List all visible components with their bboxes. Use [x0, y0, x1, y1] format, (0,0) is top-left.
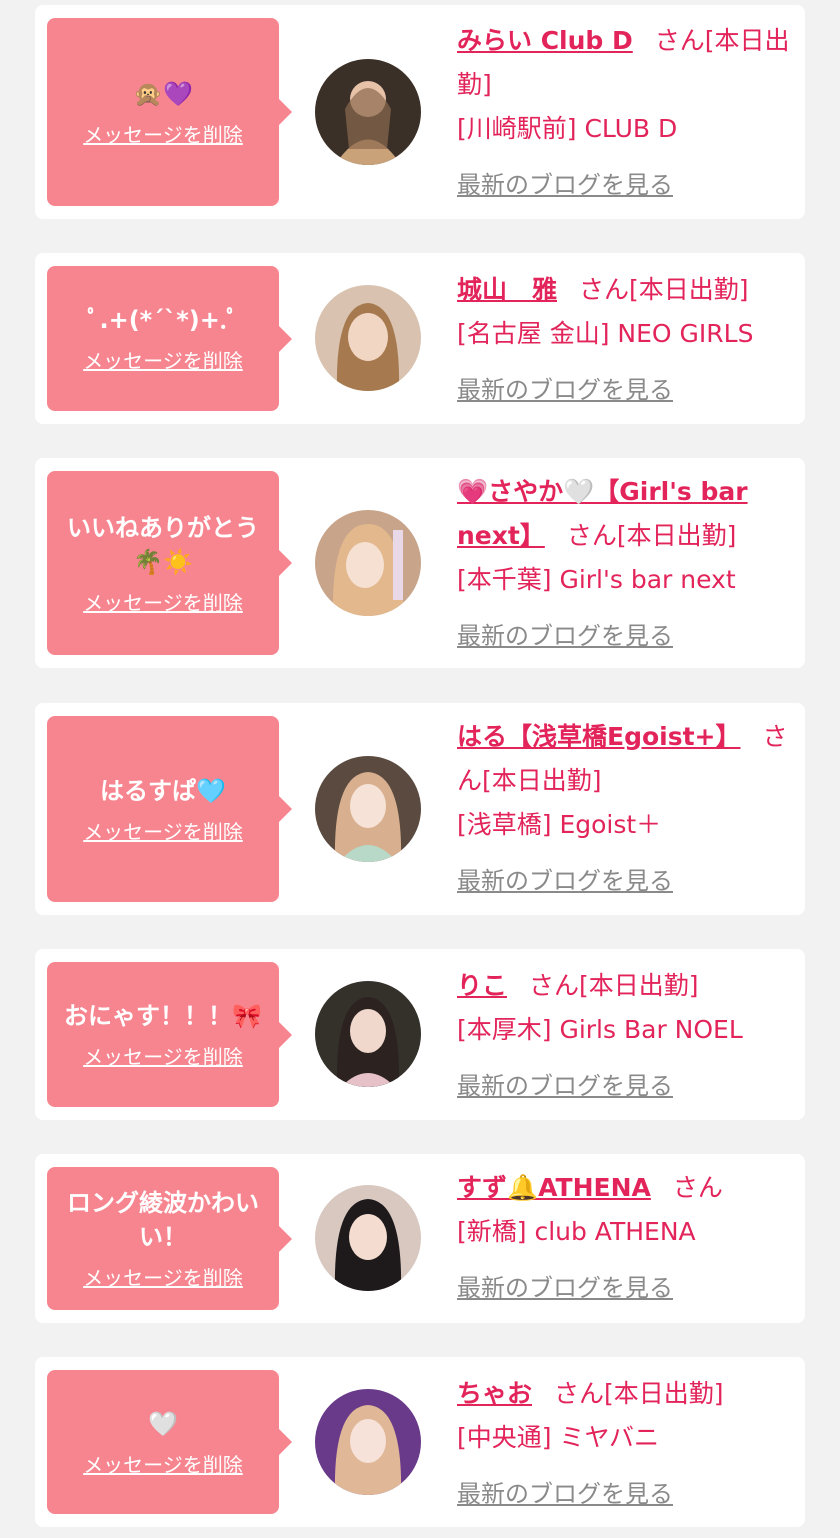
honorific: さん — [672, 1173, 723, 1202]
delete-message-link[interactable]: メッセージを削除 — [83, 119, 243, 148]
message-bubble: ロング綾波かわいい！ メッセージを削除 — [47, 1167, 292, 1310]
cast-info: すず🔔ATHENA さん [新橋] club ATHENA 最新のブログを見る — [457, 1166, 792, 1310]
avatar[interactable] — [315, 510, 421, 616]
cast-info: りこ さん[本日出勤] [本厚木] Girls Bar NOEL 最新のブログを見… — [457, 964, 792, 1108]
delete-message-link[interactable]: メッセージを削除 — [83, 1041, 243, 1070]
shop-label: [川崎駅前] CLUB D — [457, 114, 678, 143]
cast-name-link[interactable]: みらい Club D — [457, 26, 633, 55]
honorific: さん — [529, 971, 580, 1000]
attendance-status: [本日出勤] — [629, 275, 749, 304]
shop-label: [浅草橋] Egoist＋ — [457, 810, 662, 839]
latest-blog-link[interactable]: 最新のブログを見る — [457, 859, 792, 903]
honorific: さん — [554, 1379, 605, 1408]
favorite-card: はるすぱ🩵 メッセージを削除 はる【浅草橋Egoist+】 さん[本日出勤] [浅… — [35, 703, 805, 915]
message-text: ﾟ.+(*´`*)+.ﾟ — [87, 306, 239, 334]
avatar[interactable] — [315, 1389, 421, 1495]
message-bubble: 🙊💜 メッセージを削除 — [47, 18, 292, 206]
message-bubble: いいねありがとう🌴☀️ メッセージを削除 — [47, 471, 292, 655]
honorific: さん — [579, 275, 630, 304]
shop-label: [本千葉] Girl's bar next — [457, 565, 736, 594]
cast-info: ちゃお さん[本日出勤] [中央通] ミヤバニ 最新のブログを見る — [457, 1372, 792, 1516]
favorite-card: ロング綾波かわいい！ メッセージを削除 すず🔔ATHENA さん [新橋] clu… — [35, 1154, 805, 1323]
attendance-status: [本日出勤] — [604, 1379, 724, 1408]
favorite-card: おにゃす！！！🎀 メッセージを削除 りこ さん[本日出勤] [本厚木] Girls… — [35, 949, 805, 1120]
message-bubble: 🤍 メッセージを削除 — [47, 1370, 292, 1514]
avatar[interactable] — [315, 59, 421, 165]
delete-message-link[interactable]: メッセージを削除 — [83, 345, 243, 374]
avatar[interactable] — [315, 981, 421, 1087]
message-text: おにゃす！！！🎀 — [64, 1002, 262, 1030]
shop-label: [新橋] club ATHENA — [457, 1217, 696, 1246]
message-bubble: ﾟ.+(*´`*)+.ﾟ メッセージを削除 — [47, 266, 292, 411]
message-text: ロング綾波かわいい！ — [67, 1189, 259, 1251]
cast-info: 💗さやか🤍【Girl's bar next】 さん[本日出勤] [本千葉] Gir… — [457, 470, 792, 658]
avatar[interactable] — [315, 285, 421, 391]
attendance-status: [本日出勤] — [579, 971, 699, 1000]
message-bubble: おにゃす！！！🎀 メッセージを削除 — [47, 962, 292, 1107]
latest-blog-link[interactable]: 最新のブログを見る — [457, 368, 792, 412]
avatar[interactable] — [315, 1185, 421, 1291]
latest-blog-link[interactable]: 最新のブログを見る — [457, 1266, 792, 1310]
cast-name-link[interactable]: すず🔔ATHENA — [457, 1173, 651, 1202]
favorite-card: 🙊💜 メッセージを削除 みらい Club D さん[本日出勤] [川崎駅前] CL… — [35, 5, 805, 219]
honorific: さん — [654, 26, 705, 55]
cast-info: 城山 雅さん[本日出勤] [名古屋 金山] NEO GIRLS 最新のブログを見… — [457, 268, 792, 412]
cast-name-link[interactable]: はる【浅草橋Egoist+】 — [457, 722, 741, 751]
delete-message-link[interactable]: メッセージを削除 — [83, 587, 243, 616]
attendance-status: [本日出勤] — [616, 521, 737, 550]
shop-label: [中央通] ミヤバニ — [457, 1423, 659, 1452]
cast-name-link[interactable]: 城山 雅 — [457, 275, 557, 304]
message-text: 🙊💜 — [133, 79, 193, 108]
cast-name-link[interactable]: ちゃお — [457, 1379, 532, 1408]
cast-info: はる【浅草橋Egoist+】 さん[本日出勤] [浅草橋] Egoist＋ 最新の… — [457, 715, 792, 903]
favorite-card: ﾟ.+(*´`*)+.ﾟ メッセージを削除 城山 雅さん[本日出勤] [名古屋 … — [35, 253, 805, 424]
message-text: いいねありがとう🌴☀️ — [67, 513, 259, 576]
favorite-card: いいねありがとう🌴☀️ メッセージを削除 💗さやか🤍【Girl's bar ne… — [35, 458, 805, 668]
message-text: はるすぱ🩵 — [100, 776, 226, 805]
shop-label: [本厚木] Girls Bar NOEL — [457, 1015, 743, 1044]
delete-message-link[interactable]: メッセージを削除 — [83, 1262, 243, 1291]
honorific: さん — [566, 521, 617, 550]
latest-blog-link[interactable]: 最新のブログを見る — [457, 163, 792, 207]
shop-label: [名古屋 金山] NEO GIRLS — [457, 319, 754, 348]
latest-blog-link[interactable]: 最新のブログを見る — [457, 1472, 792, 1516]
favorite-card: 🤍 メッセージを削除 ちゃお さん[本日出勤] [中央通] ミヤバニ 最新のブログ… — [35, 1357, 805, 1527]
avatar[interactable] — [315, 756, 421, 862]
message-text: 🤍 — [148, 1409, 178, 1438]
cast-name-link[interactable]: りこ — [457, 971, 507, 1000]
latest-blog-link[interactable]: 最新のブログを見る — [457, 1064, 792, 1108]
delete-message-link[interactable]: メッセージを削除 — [83, 816, 243, 845]
delete-message-link[interactable]: メッセージを削除 — [83, 1449, 243, 1478]
message-bubble: はるすぱ🩵 メッセージを削除 — [47, 716, 292, 902]
attendance-status: [本日出勤] — [482, 766, 602, 795]
cast-info: みらい Club D さん[本日出勤] [川崎駅前] CLUB D 最新のブログを… — [457, 19, 792, 207]
latest-blog-link[interactable]: 最新のブログを見る — [457, 614, 792, 658]
